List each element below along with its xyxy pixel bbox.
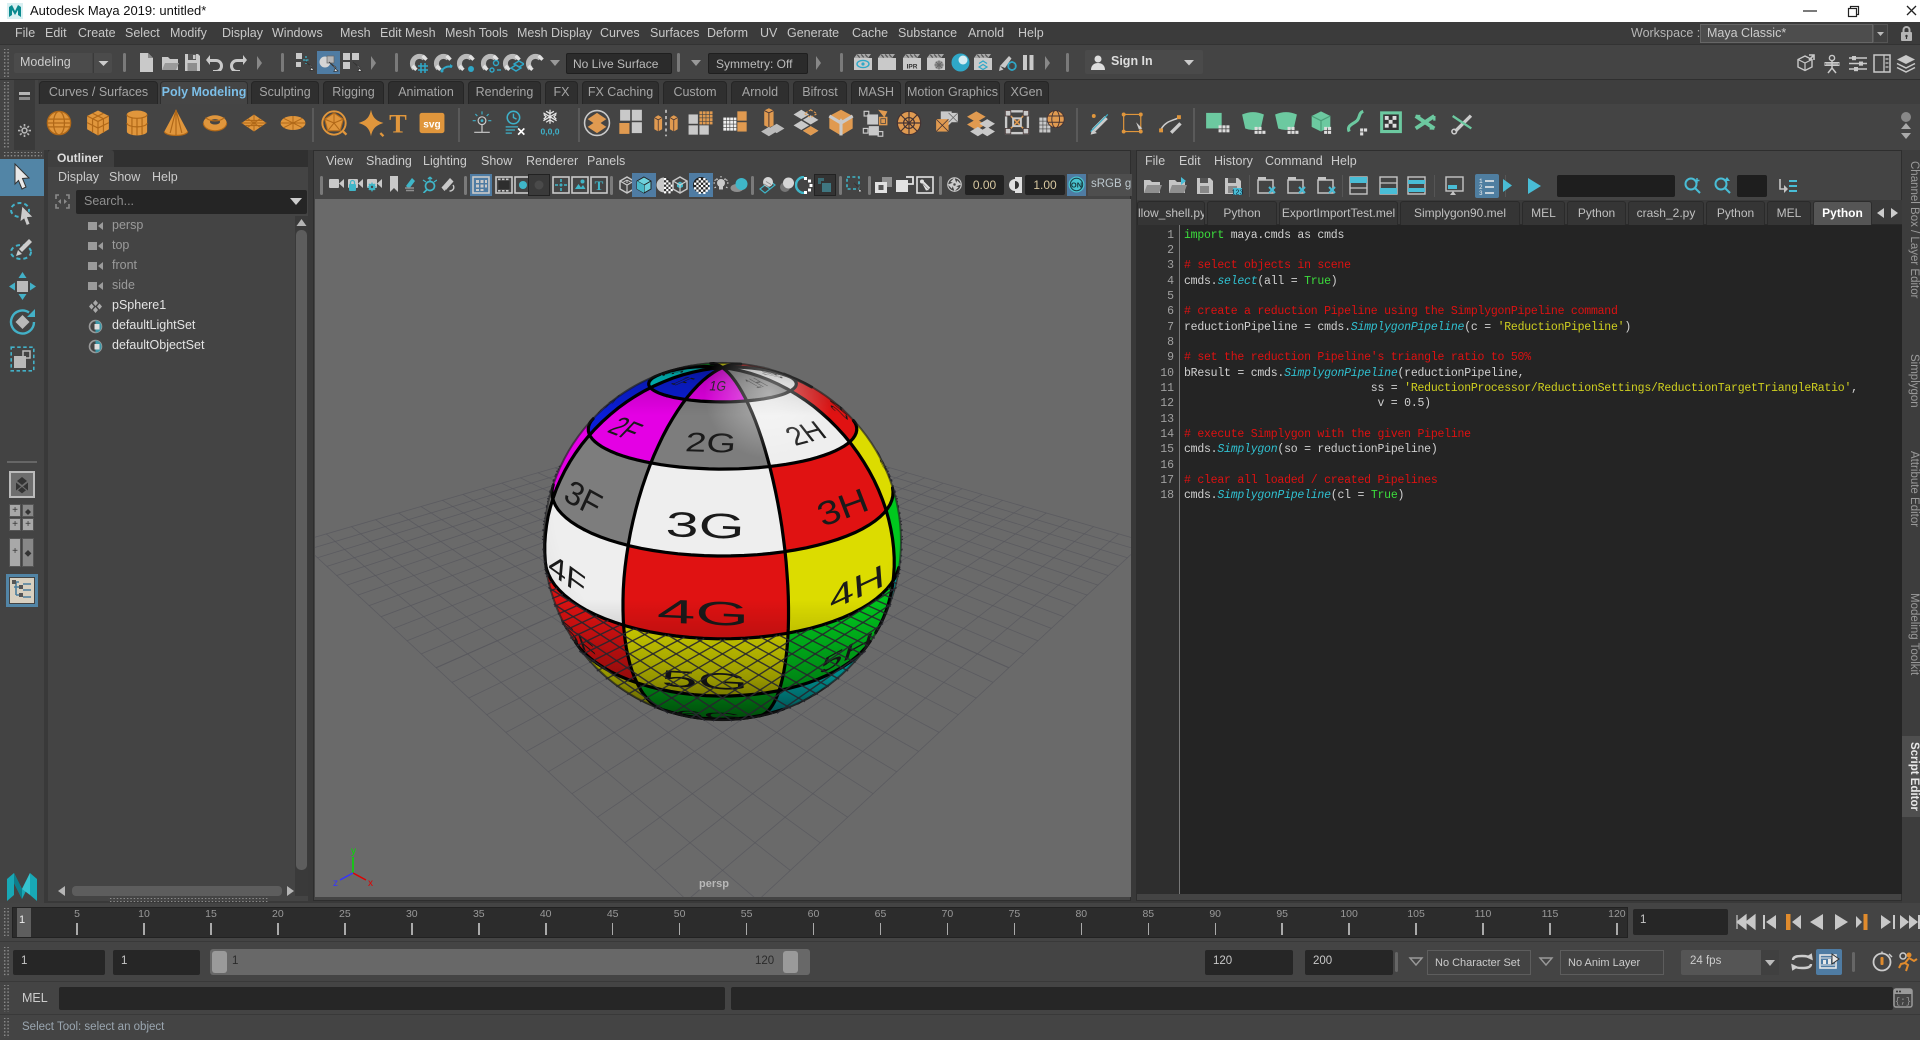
svg-text:T: T [389,108,407,138]
svg-text:z: z [333,878,338,889]
svg-text:123: 123 [1232,190,1243,197]
svg-text:x: x [368,878,373,889]
svg-text:3: 3 [1479,190,1483,196]
svg-text:svg: svg [423,120,440,131]
svg-text:ON: ON [1071,181,1082,190]
svg-text:persp: persp [699,878,729,890]
svg-text:0,0,0: 0,0,0 [540,127,559,137]
svg-text:T: T [595,178,604,193]
svg-text:{;}: {;} [1895,997,1911,1007]
svg-text:y: y [351,846,356,857]
svg-text:IPR: IPR [907,64,918,71]
